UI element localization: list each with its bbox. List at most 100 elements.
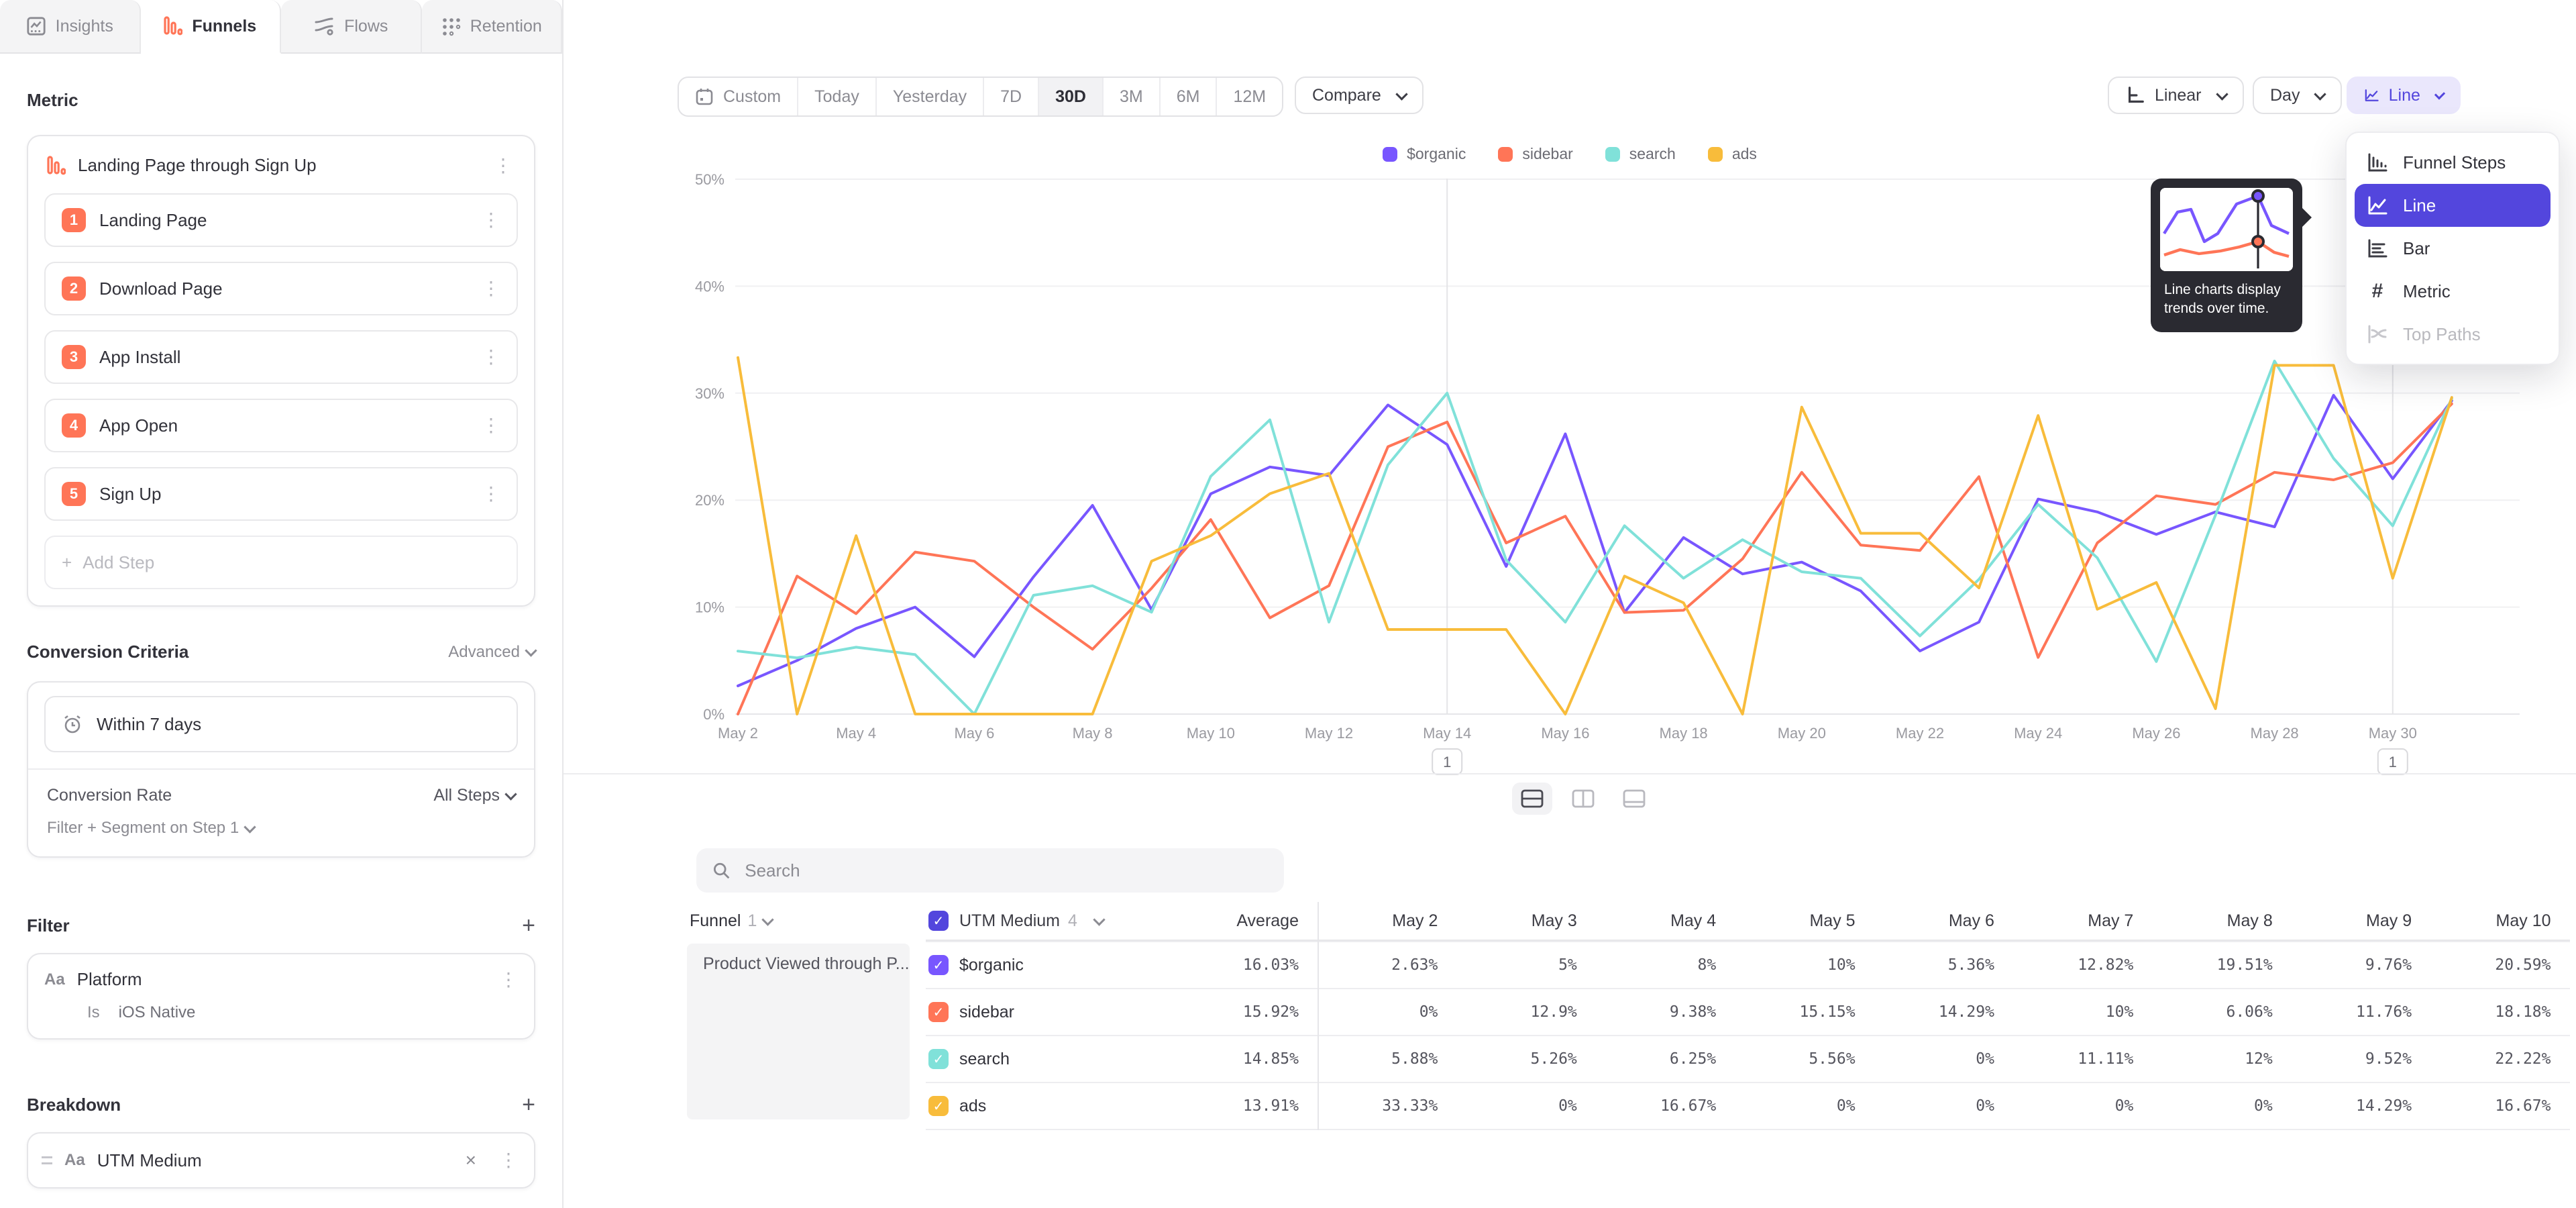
row-label: $organic [959,956,1024,975]
chart-type-dropdown[interactable]: Line [2347,77,2461,114]
menu-item-label: Top Paths [2403,324,2481,345]
svg-text:May 26: May 26 [2132,725,2180,742]
funnel-header[interactable]: Landing Page through Sign Up ⋮ [44,152,518,179]
range-6m[interactable]: 6M [1161,78,1218,115]
select-all-checkbox[interactable]: ✓ [928,911,949,931]
funnel-steps-icon [2365,152,2390,172]
table-row-ads[interactable]: ✓ads13.91%33.33%0%16.67%0%0%0%0%14.29%16… [926,1082,2570,1130]
kebab-icon[interactable]: ⋮ [496,1151,521,1170]
conversion-window[interactable]: Within 7 days [44,696,518,752]
svg-text:May 10: May 10 [1187,725,1235,742]
filter-property-row[interactable]: Aa Platform ⋮ [28,954,534,995]
range-12m[interactable]: 12M [1217,78,1282,115]
tab-label: Flows [344,17,388,36]
search-input[interactable] [742,859,1268,883]
chevron-down-icon [1395,88,1407,100]
kebab-icon[interactable]: ⋮ [479,211,503,230]
series-sidebar[interactable] [738,404,2452,714]
tab-funnels[interactable]: Funnels [141,0,282,54]
kebab-icon[interactable]: ⋮ [479,279,503,298]
funnel-column-header[interactable]: Funnel 1 [687,902,926,940]
range-7d[interactable]: 7D [984,78,1039,115]
series-ads[interactable] [738,358,2452,714]
date-column-header[interactable]: May 2 [1318,911,1456,931]
step-number-badge: 4 [62,413,86,438]
row-checkbox[interactable]: ✓ [928,1096,949,1116]
svg-text:May 18: May 18 [1660,725,1708,742]
tab-flows[interactable]: Flows [281,0,422,54]
range-3m[interactable]: 3M [1104,78,1161,115]
funnel-step-row[interactable]: 5 Sign Up ⋮ [44,467,518,521]
kebab-icon[interactable]: ⋮ [479,416,503,435]
range-today[interactable]: Today [798,78,877,115]
table-column-divider [1318,902,1319,1130]
funnel-cell[interactable]: Product Viewed through P... [687,944,910,1119]
add-filter-button[interactable]: + [522,914,535,937]
chevron-down-icon [2216,88,2228,100]
breakdown-column-header[interactable]: ✓ UTM Medium 4 [926,911,1181,931]
view-toggle-side-by-side[interactable] [1563,783,1603,815]
date-column-header[interactable]: May 5 [1735,911,1874,931]
menu-item-metric[interactable]: # Metric [2355,270,2551,313]
menu-item-bar[interactable]: Bar [2355,227,2551,270]
compare-button[interactable]: Compare [1295,77,1424,114]
all-steps-dropdown[interactable]: All Steps [433,786,515,805]
filter-condition-row[interactable]: Is iOS Native [28,995,534,1038]
view-toggle-chart-and-table[interactable] [1512,783,1552,815]
date-column-header[interactable]: May 7 [2013,911,2152,931]
breakdown-column-count: 4 [1068,911,1077,931]
table-row-sidebar[interactable]: ✓sidebar15.92%0%12.9%9.38%15.15%14.29%10… [926,988,2570,1035]
filter-segment-dropdown[interactable]: Filter + Segment on Step 1 [28,805,534,856]
tab-retention[interactable]: Retention [422,0,563,54]
menu-item-funnel-steps[interactable]: Funnel Steps [2355,141,2551,184]
range-yesterday[interactable]: Yesterday [877,78,984,115]
drag-handle-icon[interactable] [42,1156,52,1164]
average-column-header[interactable]: Average [1181,911,1318,931]
scale-dropdown[interactable]: Linear [2108,77,2244,114]
cell-value: 10% [1735,956,1874,974]
date-column-header[interactable]: May 10 [2430,911,2569,931]
add-step-button[interactable]: + Add Step [44,536,518,589]
funnel-step-row[interactable]: 1 Landing Page ⋮ [44,193,518,247]
interval-dropdown[interactable]: Day [2253,77,2342,114]
tab-insights[interactable]: Insights [0,0,141,54]
menu-item-top-paths[interactable]: Top Paths [2355,313,2551,356]
breakdown-property-row[interactable]: Aa UTM Medium × ⋮ [28,1134,534,1187]
kebab-icon[interactable]: ⋮ [496,970,521,989]
date-column-header[interactable]: May 3 [1456,911,1595,931]
table-row-search[interactable]: ✓search14.85%5.88%5.26%6.25%5.56%0%11.11… [926,1035,2570,1082]
all-steps-label: All Steps [433,786,500,805]
table-row-organic[interactable]: ✓$organic16.03%2.63%5%8%10%5.36%12.82%19… [926,941,2570,988]
row-checkbox[interactable]: ✓ [928,955,949,975]
kebab-icon[interactable]: ⋮ [491,156,515,175]
kebab-icon[interactable]: ⋮ [479,485,503,503]
kebab-icon[interactable]: ⋮ [479,348,503,366]
date-column-header[interactable]: May 4 [1596,911,1735,931]
cell-value: 5.56% [1735,1050,1874,1068]
row-checkbox[interactable]: ✓ [928,1002,949,1022]
range-30d[interactable]: 30D [1039,78,1104,115]
advanced-dropdown[interactable]: Advanced [448,643,535,662]
cell-value: 0% [1456,1097,1595,1115]
breakdown-card: Aa UTM Medium × ⋮ [27,1132,535,1189]
date-column-header[interactable]: May 8 [2152,911,2291,931]
svg-text:May 28: May 28 [2251,725,2299,742]
insights-icon [26,16,46,36]
add-breakdown-button[interactable]: + [522,1093,535,1116]
row-checkbox[interactable]: ✓ [928,1049,949,1069]
funnel-step-row[interactable]: 2 Download Page ⋮ [44,262,518,315]
close-icon[interactable]: × [466,1150,476,1171]
funnel-step-row[interactable]: 3 App Install ⋮ [44,330,518,384]
view-toggle-table-only[interactable] [1614,783,1654,815]
funnel-metric-icon [47,156,66,176]
menu-item-line[interactable]: Line [2355,184,2551,227]
funnel-step-row[interactable]: 4 App Open ⋮ [44,399,518,452]
cell-value: 9.38% [1596,1003,1735,1021]
top-paths-icon [2365,324,2390,344]
average-value: 15.92% [1181,1003,1318,1021]
series-search[interactable] [738,361,2452,714]
range-custom[interactable]: Custom [679,78,798,115]
plus-icon: + [62,552,72,573]
date-column-header[interactable]: May 6 [1874,911,2013,931]
date-column-header[interactable]: May 9 [2292,911,2430,931]
